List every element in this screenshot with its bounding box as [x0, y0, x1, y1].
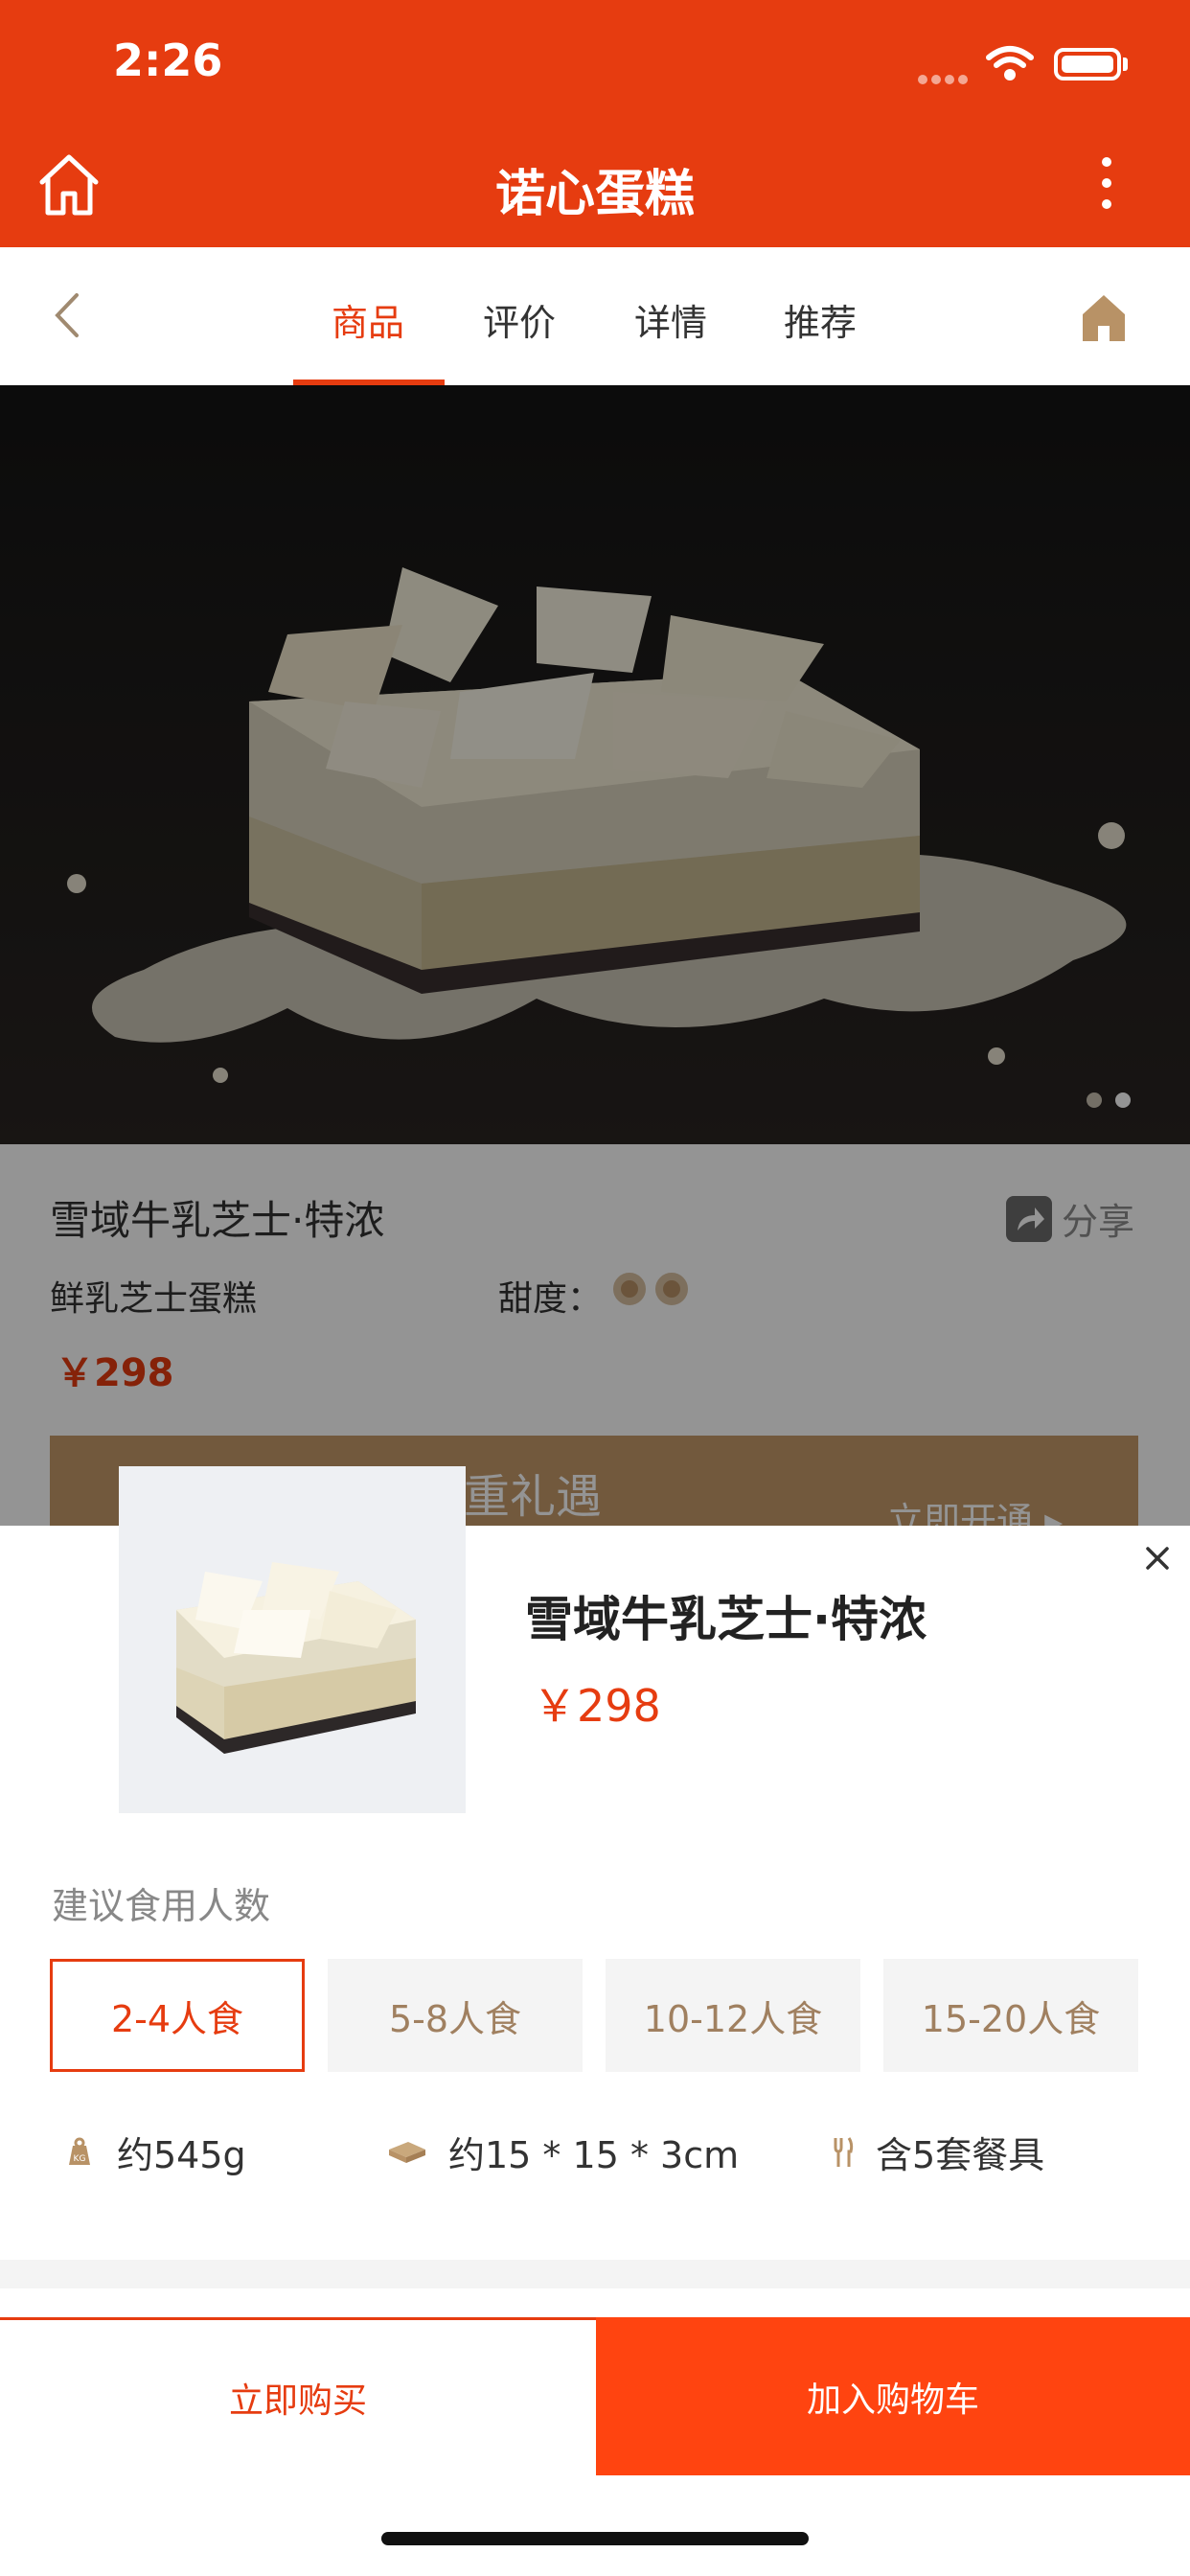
- serving-option-5-8[interactable]: 5-8人食: [328, 1959, 583, 2072]
- battery-tip: [1123, 58, 1128, 71]
- add-to-cart-button[interactable]: 加入购物车: [596, 2317, 1190, 2475]
- size-value: 约15 * 15 * 3cm: [448, 2134, 740, 2176]
- tab-details[interactable]: 详情: [634, 293, 707, 346]
- tab-bar: [0, 247, 1190, 385]
- serving-option-10-12[interactable]: 10-12人食: [606, 1959, 860, 2072]
- page-title: 诺心蛋糕: [494, 166, 695, 223]
- tableware-value: 含5套餐具: [876, 2134, 1045, 2176]
- cutlery-icon: [834, 2136, 854, 2167]
- servings-label: 建议食用人数: [52, 1885, 271, 1927]
- svg-text:KG: KG: [74, 2154, 86, 2164]
- tab-reviews[interactable]: 评价: [483, 293, 556, 346]
- home-indicator[interactable]: [381, 2532, 809, 2545]
- tab-recommend[interactable]: 推荐: [784, 293, 857, 346]
- weight-value: 约545g: [117, 2134, 246, 2176]
- spec-weight: KG 约545g: [63, 2126, 246, 2178]
- wifi-icon: [985, 44, 1035, 86]
- serving-option-15-20[interactable]: 15-20人食: [883, 1959, 1138, 2072]
- spec-size: 约15 * 15 * 3cm: [387, 2126, 739, 2178]
- shop-home-icon[interactable]: [1081, 293, 1127, 343]
- signal-icon: [918, 70, 972, 84]
- status-time: 2:26: [113, 34, 223, 86]
- section-divider: [0, 2260, 1190, 2288]
- sheet-product-price: ￥298: [533, 1680, 661, 1732]
- close-icon[interactable]: [1140, 1541, 1175, 1576]
- battery-icon: [1054, 48, 1121, 80]
- spec-tableware: 含5套餐具: [832, 2126, 1044, 2178]
- weight-icon: KG: [69, 2137, 90, 2165]
- modal-backdrop[interactable]: [0, 385, 1190, 1526]
- serving-option-2-4[interactable]: 2-4人食: [50, 1959, 305, 2072]
- tab-product[interactable]: 商品: [332, 293, 404, 346]
- more-options-icon[interactable]: [1092, 157, 1121, 217]
- buy-now-button[interactable]: 立即购买: [0, 2320, 596, 2475]
- sheet-product-image: [119, 1466, 466, 1813]
- sheet-product-name: 雪域牛乳芝士·特浓: [525, 1592, 927, 1647]
- back-arrow-icon[interactable]: [48, 289, 86, 341]
- size-icon: [389, 2141, 425, 2163]
